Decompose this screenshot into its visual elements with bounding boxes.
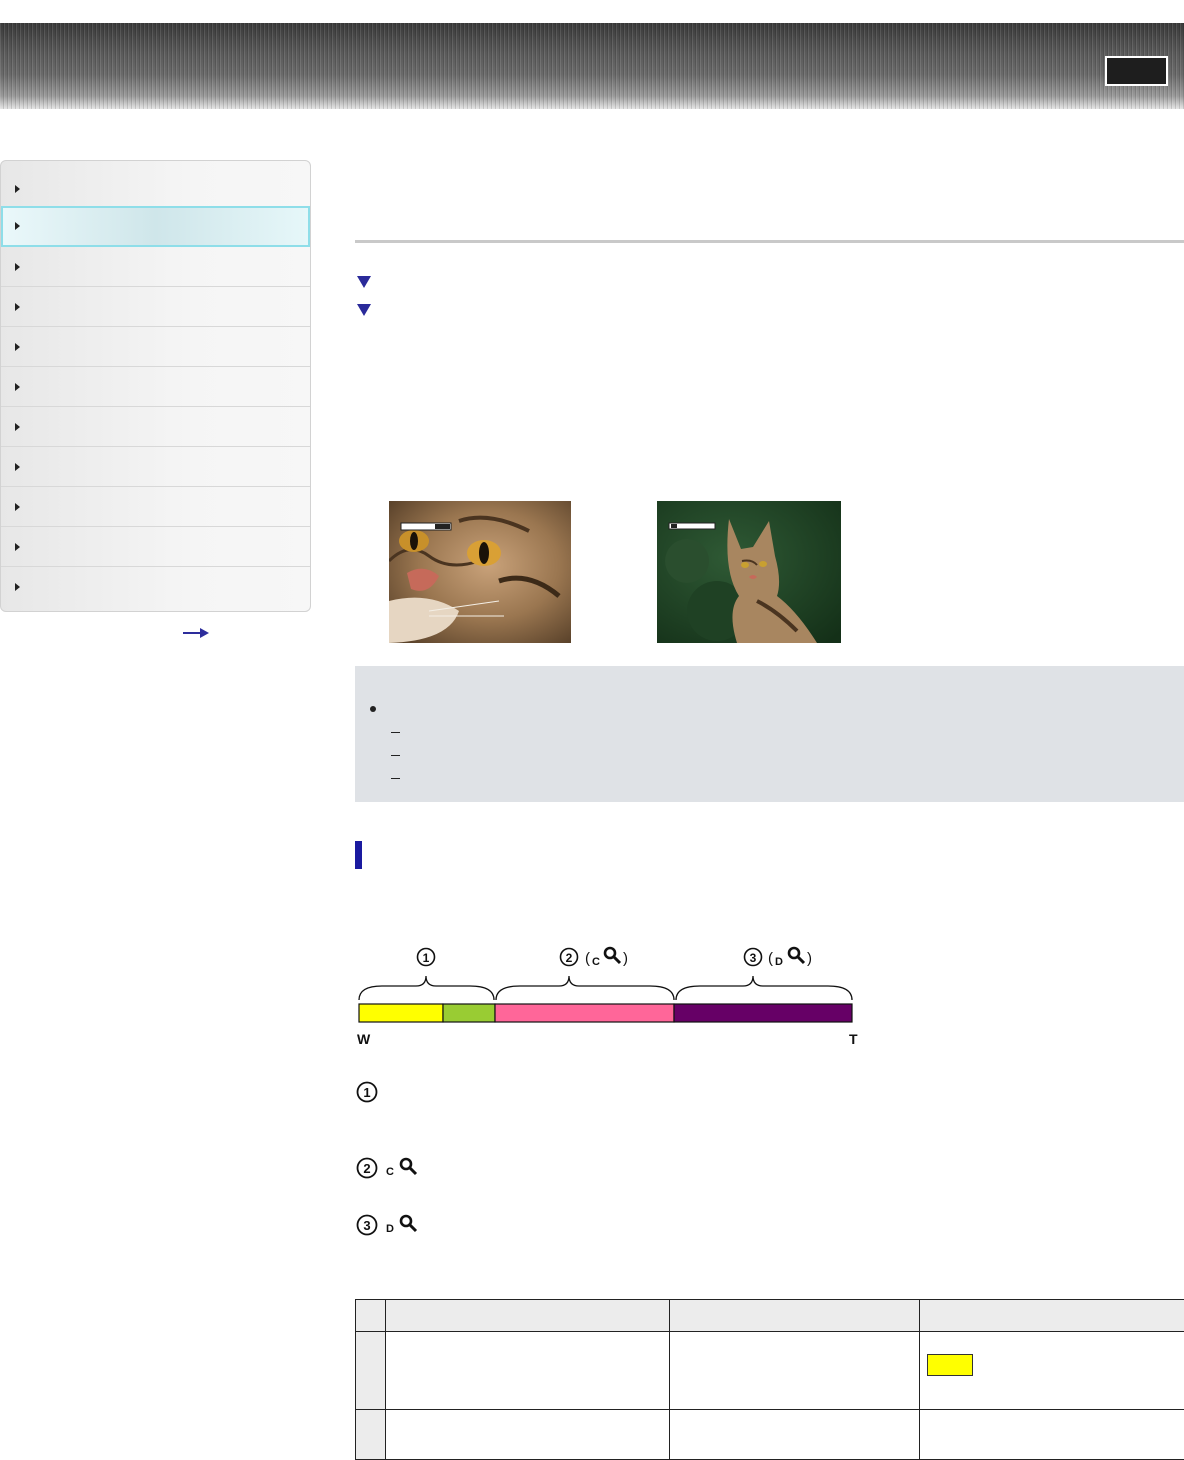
cat-closeup-photo	[389, 501, 571, 643]
svg-text:D: D	[386, 1223, 394, 1235]
svg-text:C: C	[386, 1166, 394, 1178]
table-cell	[670, 1332, 920, 1410]
table-cell	[920, 1332, 1184, 1410]
table-header-cell	[356, 1300, 386, 1332]
bullet-arrow-icon	[15, 263, 20, 271]
sidebar-nav	[0, 160, 311, 612]
label-group3: 3 ( D )	[745, 948, 813, 968]
table-cell	[356, 1410, 386, 1460]
table-header-row	[356, 1300, 1184, 1332]
label-group2: 2 ( C )	[561, 948, 629, 968]
sidebar-item-11[interactable]	[1, 567, 310, 607]
section-heading-marker	[355, 841, 362, 869]
table-cell	[386, 1410, 670, 1460]
cat-wide-photo	[657, 501, 841, 643]
bullet-arrow-icon	[15, 463, 20, 471]
svg-text:D: D	[775, 956, 783, 968]
triangle-down-icon[interactable]	[356, 303, 372, 317]
header-button[interactable]	[1105, 56, 1168, 86]
yellow-color-swatch	[927, 1354, 973, 1376]
bullet-arrow-icon	[15, 343, 20, 351]
table-header-cell	[670, 1300, 920, 1332]
table-cell	[920, 1410, 1184, 1460]
bullet-arrow-icon	[15, 583, 20, 591]
dash-icon	[391, 778, 400, 779]
sidebar-item-1[interactable]	[1, 169, 310, 209]
dash-icon	[391, 755, 400, 756]
zoom-range-diagram: 1 2 ( C ) 3 ( D ) W T	[352, 940, 864, 1050]
circled-two-c-zoom-icon: 2 C	[355, 1155, 425, 1181]
triangle-down-icon[interactable]	[356, 275, 372, 289]
table-row	[356, 1410, 1184, 1460]
arrow-right-icon[interactable]	[183, 628, 209, 638]
bullet-arrow-icon	[15, 383, 20, 391]
table-header-cell	[920, 1300, 1184, 1332]
svg-text:): )	[807, 950, 812, 967]
bullet-icon	[370, 706, 376, 712]
svg-text:3: 3	[363, 1218, 370, 1233]
sidebar-item-10[interactable]	[1, 527, 310, 567]
table-cell	[670, 1410, 920, 1460]
svg-text:3: 3	[750, 951, 757, 965]
title-divider	[355, 240, 1184, 243]
sidebar-item-9[interactable]	[1, 487, 310, 527]
svg-text:1: 1	[363, 1085, 370, 1100]
svg-text:2: 2	[566, 951, 573, 965]
magnifier-icon	[789, 948, 799, 958]
svg-text:2: 2	[363, 1161, 370, 1176]
circled-three-d-zoom-icon: 3 D	[355, 1212, 425, 1238]
bullet-arrow-icon	[15, 543, 20, 551]
svg-text:(: (	[768, 950, 773, 967]
label-group1: 1	[418, 949, 435, 966]
dash-icon	[391, 732, 400, 733]
circled-one-icon: 1	[355, 1080, 379, 1104]
svg-text:W: W	[357, 1031, 371, 1047]
magnifier-icon	[605, 948, 615, 958]
table-cell	[386, 1332, 670, 1410]
table-header-cell	[386, 1300, 670, 1332]
zoom-table	[355, 1299, 1184, 1460]
sidebar-item-5[interactable]	[1, 327, 310, 367]
sidebar-item-4[interactable]	[1, 287, 310, 327]
bullet-arrow-icon	[15, 222, 20, 230]
bullet-arrow-icon	[15, 423, 20, 431]
svg-text:1: 1	[423, 951, 430, 965]
svg-text:C: C	[592, 956, 600, 968]
bullet-arrow-icon	[15, 185, 20, 193]
table-cell	[356, 1332, 386, 1410]
sidebar-item-2-active[interactable]	[1, 206, 310, 247]
bullet-arrow-icon	[15, 303, 20, 311]
bullet-arrow-icon	[15, 503, 20, 511]
svg-text:): )	[623, 950, 628, 967]
top-header-bar	[0, 23, 1184, 109]
svg-text:(: (	[585, 950, 590, 967]
sidebar-item-3[interactable]	[1, 247, 310, 287]
sidebar-item-6[interactable]	[1, 367, 310, 407]
svg-text:T: T	[849, 1031, 858, 1047]
note-box	[355, 666, 1184, 802]
table-row	[356, 1332, 1184, 1410]
sidebar-item-8[interactable]	[1, 447, 310, 487]
sidebar-item-7[interactable]	[1, 407, 310, 447]
